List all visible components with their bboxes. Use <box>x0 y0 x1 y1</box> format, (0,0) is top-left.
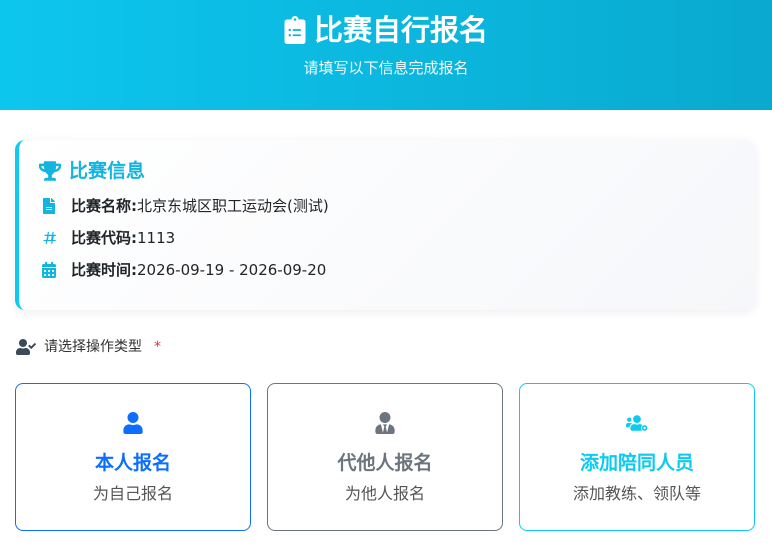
competition-name-label: 比赛名称: <box>71 197 137 215</box>
add-companion-option[interactable]: 添加陪同人员 添加教练、领队等 <box>519 383 755 531</box>
competition-name-value: 北京东城区职工运动会(测试) <box>137 197 329 215</box>
competition-info-card: 比赛信息 比赛名称: 北京东城区职工运动会(测试) 比赛代码: 1113 比赛时… <box>15 140 755 310</box>
proxy-register-option[interactable]: 代他人报名 为他人报名 <box>267 383 503 531</box>
competition-code-row: 比赛代码: 1113 <box>41 228 175 248</box>
competition-name-row: 比赛名称: 北京东城区职工运动会(测试) <box>41 196 329 216</box>
competition-info-title: 比赛信息 <box>39 158 145 184</box>
clipboard-list-icon <box>284 16 306 44</box>
operation-type-text: 请选择操作类型 <box>44 339 142 355</box>
competition-info-heading: 比赛信息 <box>69 160 146 182</box>
user-check-icon <box>16 339 36 355</box>
page-subtitle: 请填写以下信息完成报名 <box>303 59 469 77</box>
add-companion-title: 添加陪同人员 <box>579 452 694 474</box>
calendar-icon <box>41 262 57 278</box>
proxy-register-title: 代他人报名 <box>337 452 433 474</box>
operation-type-label: 请选择操作类型 * <box>16 337 161 357</box>
competition-code-value: 1113 <box>137 229 176 247</box>
competition-time-row: 比赛时间: 2026-09-19 - 2026-09-20 <box>41 260 326 280</box>
self-register-option[interactable]: 本人报名 为自己报名 <box>15 383 251 531</box>
user-tie-icon <box>375 412 395 434</box>
user-icon <box>123 412 143 434</box>
proxy-register-desc: 为他人报名 <box>344 484 425 503</box>
page-header: 比赛自行报名 请填写以下信息完成报名 <box>0 0 772 110</box>
competition-time-value: 2026-09-19 - 2026-09-20 <box>137 261 327 279</box>
page-title: 比赛自行报名 <box>313 13 488 47</box>
users-cog-icon <box>626 415 648 432</box>
competition-time-label: 比赛时间: <box>71 261 137 279</box>
hashtag-icon <box>41 230 57 246</box>
trophy-icon <box>39 161 61 181</box>
file-icon <box>41 198 57 214</box>
self-register-desc: 为自己报名 <box>92 484 173 503</box>
required-mark: * <box>154 339 161 355</box>
competition-code-label: 比赛代码: <box>71 229 137 247</box>
header-title-row: 比赛自行报名 <box>0 12 772 48</box>
self-register-title: 本人报名 <box>94 452 171 474</box>
add-companion-desc: 添加教练、领队等 <box>572 484 701 503</box>
